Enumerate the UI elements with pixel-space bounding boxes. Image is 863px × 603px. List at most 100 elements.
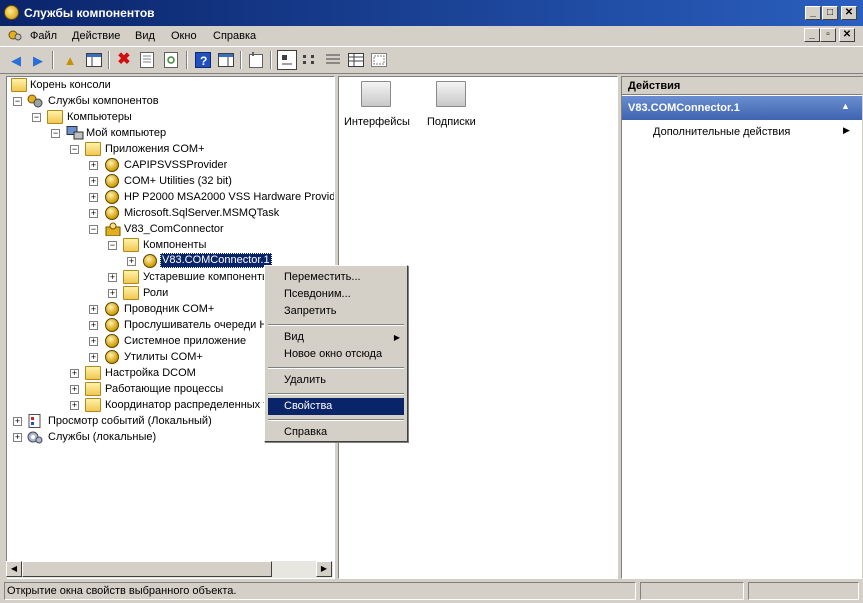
tree-item-com-plus-applications[interactable]: − Приложения COM+ (8, 141, 334, 157)
expand-icon[interactable]: + (13, 417, 22, 426)
expand-icon[interactable]: + (89, 353, 98, 362)
expand-icon[interactable]: + (89, 193, 98, 202)
collapse-icon[interactable]: − (13, 97, 22, 106)
expand-icon[interactable]: + (89, 161, 98, 170)
more-actions-item[interactable]: Дополнительные действия (653, 126, 790, 138)
tree-item-application[interactable]: + COM+ Utilities (32 bit) (8, 173, 334, 189)
expand-icon[interactable]: + (13, 433, 22, 442)
menu-separator (268, 419, 404, 421)
scrollbar-thumb[interactable] (22, 561, 272, 577)
tree-item-label: COM+ Utilities (32 bit) (124, 175, 232, 187)
menu-file[interactable]: Файл (30, 30, 57, 42)
up-folder-icon[interactable]: ▲ (60, 50, 80, 70)
help-icon[interactable]: ? (193, 50, 213, 70)
interfaces-folder-icon[interactable] (361, 81, 391, 107)
menu-view[interactable]: Вид (135, 30, 155, 42)
tree-item-label: Приложения COM+ (105, 143, 205, 155)
tree-item-label: Компьютеры (67, 111, 132, 123)
menu-item-view[interactable]: Вид ▶ (268, 329, 404, 346)
scroll-right-icon[interactable]: ▶ (316, 561, 332, 577)
forward-arrow-icon[interactable]: ▶ (28, 50, 48, 70)
subscriptions-label[interactable]: Подписки (427, 116, 476, 128)
folder-icon (47, 110, 63, 124)
expand-icon[interactable]: + (108, 289, 117, 298)
tree-item-label: Службы компонентов (48, 95, 159, 107)
mmc-document-icon[interactable] (8, 29, 22, 42)
refresh-icon[interactable] (161, 50, 181, 70)
tree-item-console-root[interactable]: Корень консоли (8, 77, 334, 93)
subscriptions-folder-icon[interactable] (436, 81, 466, 107)
com-package-icon (105, 222, 121, 237)
menu-help[interactable]: Справка (213, 30, 256, 42)
show-hide-action-pane-icon[interactable] (216, 50, 236, 70)
delete-icon[interactable]: ✖ (114, 50, 134, 70)
menu-item-new-window[interactable]: Новое окно отсюда (268, 346, 404, 363)
expand-icon[interactable]: + (89, 321, 98, 330)
com-application-icon (105, 350, 119, 364)
com-application-icon (105, 158, 119, 172)
tree-item-computers[interactable]: − Компьютеры (8, 109, 334, 125)
tree-item-my-computer[interactable]: − Мой компьютер (8, 125, 334, 141)
tree-item-application[interactable]: + CAPIPSVSSProvider (8, 157, 334, 173)
expand-icon[interactable]: + (70, 385, 79, 394)
child-restore-button[interactable]: ▫ (820, 28, 836, 42)
com-component-icon (143, 254, 157, 268)
tree-item-label: Настройка DCOM (105, 367, 196, 379)
tree-item-v83-comconnector[interactable]: − V83_ComConnector (8, 221, 334, 237)
menu-item-move[interactable]: Переместить... (268, 269, 404, 286)
menu-item-properties[interactable]: Свойства (268, 398, 404, 415)
minimize-button[interactable]: _ (805, 6, 821, 20)
tree-item-application[interactable]: + HP P2000 MSA2000 VSS Hardware Provider (8, 189, 334, 205)
expand-icon[interactable]: + (89, 337, 98, 346)
expand-icon[interactable]: + (89, 177, 98, 186)
tree-horizontal-scrollbar[interactable]: ◀ ▶ (6, 561, 333, 578)
new-window-icon[interactable] (246, 50, 266, 70)
collapse-icon[interactable]: − (32, 113, 41, 122)
show-hide-tree-icon[interactable] (84, 50, 104, 70)
close-button[interactable]: ✕ (841, 6, 857, 20)
tree-item-label: Microsoft.SqlServer.MSMQTask (124, 207, 280, 219)
detail-view-icon[interactable] (346, 50, 366, 70)
folder-icon (11, 78, 27, 92)
tree-item-label: Компоненты (143, 239, 207, 251)
tree-item-application[interactable]: + Microsoft.SqlServer.MSMQTask (8, 205, 334, 221)
menu-window[interactable]: Окно (171, 30, 197, 42)
menu-item-disable[interactable]: Запретить (268, 303, 404, 320)
child-minimize-button[interactable]: _ (804, 28, 820, 42)
collapse-icon[interactable]: − (89, 225, 98, 234)
interfaces-label[interactable]: Интерфейсы (344, 116, 410, 128)
collapse-icon[interactable]: − (70, 145, 79, 154)
expand-icon[interactable]: + (89, 209, 98, 218)
list-view-icon[interactable] (323, 50, 343, 70)
menu-action[interactable]: Действие (72, 30, 120, 42)
tree-item-label: Роли (143, 287, 169, 299)
expand-icon[interactable]: + (70, 401, 79, 410)
context-menu: Переместить... Псевдоним... Запретить Ви… (264, 265, 408, 442)
expand-icon[interactable]: + (127, 257, 136, 266)
small-icons-view-icon[interactable] (300, 50, 320, 70)
collapse-icon[interactable]: − (51, 129, 60, 138)
expand-icon[interactable]: + (70, 369, 79, 378)
tree-item-component-services[interactable]: − Службы компонентов (8, 93, 334, 109)
submenu-arrow-icon: ▶ (393, 333, 400, 342)
collapse-icon[interactable]: − (108, 241, 117, 250)
tree-item-components[interactable]: − Компоненты (8, 237, 334, 253)
expand-icon[interactable]: + (89, 305, 98, 314)
properties-icon[interactable] (137, 50, 157, 70)
component-view-icon[interactable] (369, 50, 389, 70)
menu-item-delete[interactable]: Удалить (268, 372, 404, 389)
menu-item-alias[interactable]: Псевдоним... (268, 286, 404, 303)
child-close-button[interactable]: ✕ (839, 28, 855, 42)
menu-separator (268, 324, 404, 326)
maximize-button[interactable]: □ (822, 6, 838, 20)
com-application-icon (105, 206, 119, 220)
tree-item-label: Утилиты COM+ (124, 351, 203, 363)
expand-icon[interactable]: + (108, 273, 117, 282)
folder-icon (85, 366, 101, 380)
com-application-icon (105, 190, 119, 204)
scroll-left-icon[interactable]: ◀ (6, 561, 22, 577)
collapse-section-icon[interactable]: ▲ (841, 101, 850, 111)
menu-item-help[interactable]: Справка (268, 424, 404, 441)
large-icons-view-icon[interactable] (277, 50, 297, 70)
back-arrow-icon[interactable]: ◀ (6, 50, 26, 70)
